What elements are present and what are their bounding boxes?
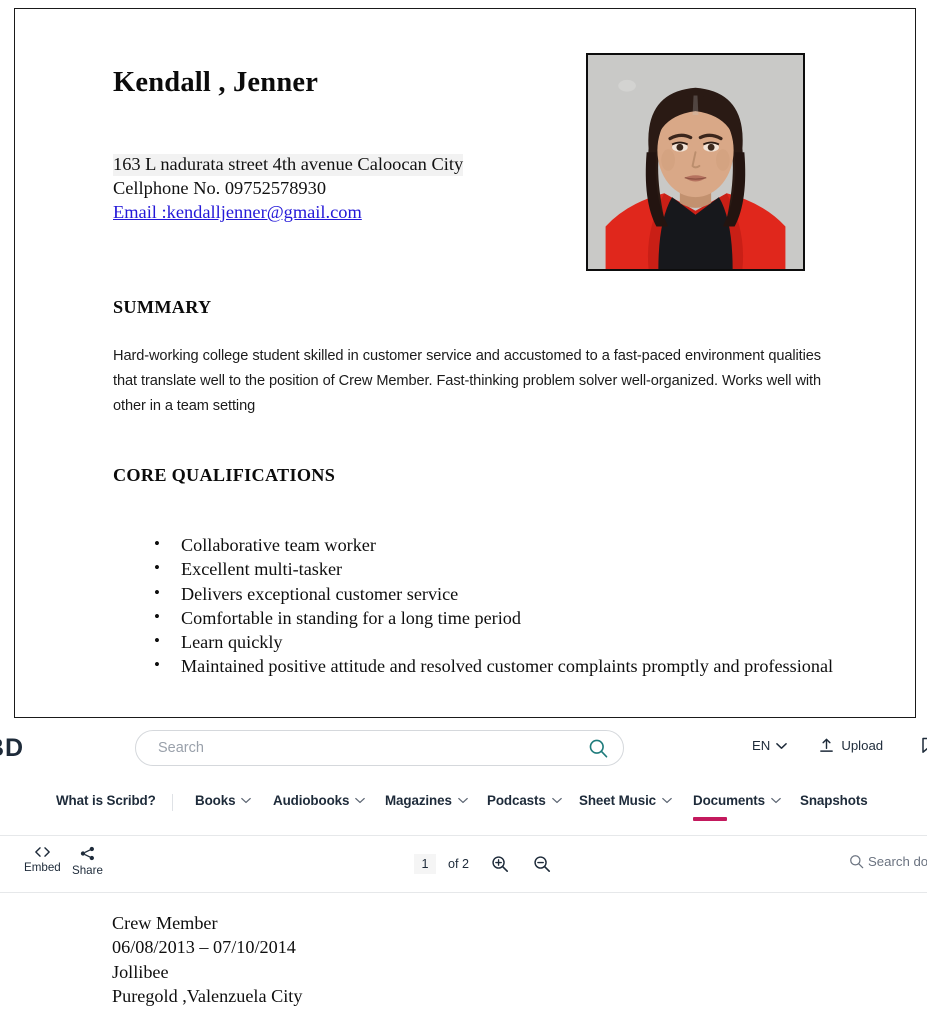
- page-navigation: of 2: [414, 854, 551, 874]
- nav-item-audiobooks[interactable]: Audiobooks: [273, 793, 366, 808]
- core-qualifications-list: Collaborative team workerExcellent multi…: [143, 532, 915, 679]
- core-qualification-item: Delivers exceptional customer service: [154, 581, 915, 606]
- search-icon: [850, 855, 864, 869]
- upload-button[interactable]: Upload: [819, 738, 883, 753]
- nav-divider: [172, 794, 173, 811]
- applicant-name: Kendall , Jenner: [113, 67, 319, 98]
- search-glyph: [589, 739, 608, 758]
- nav-item-sheet-music[interactable]: Sheet Music: [579, 793, 672, 808]
- nav-item-books[interactable]: Books: [195, 793, 252, 808]
- document-page-2: Crew Member 06/08/2013 – 07/10/2014 Jollib…: [0, 893, 927, 1030]
- chevron-down-icon: [776, 742, 788, 749]
- nav-item-label: Documents: [693, 793, 766, 808]
- nav-item-label: Sheet Music: [579, 793, 657, 808]
- resume-content: Kendall , Jenner 163 L nadurata street 4…: [15, 9, 915, 717]
- search-input[interactable]: [158, 731, 558, 765]
- portrait-illustration: [588, 55, 803, 269]
- chevron-down-icon: [771, 797, 781, 804]
- page-number-input[interactable]: [414, 854, 436, 874]
- nav-item-label: What is Scribd?: [56, 793, 156, 808]
- experience-line: 06/08/2013 – 07/10/2014: [112, 937, 296, 958]
- chevron-down-icon: [771, 797, 781, 804]
- chevron-down-icon: [241, 797, 252, 804]
- page-total-label: of 2: [448, 857, 470, 871]
- chevron-down-icon: [458, 797, 468, 804]
- embed-label: Embed: [24, 861, 61, 874]
- nav-item-magazines[interactable]: Magazines: [385, 793, 468, 808]
- core-qualification-item: Comfortable in standing for a long time …: [154, 605, 915, 630]
- zoom-in-button[interactable]: [491, 855, 509, 873]
- summary-text: Hard-working college student skilled in …: [113, 348, 821, 414]
- zoom-in-icon: [492, 856, 509, 873]
- chevron-down-icon: [551, 797, 562, 804]
- nav-item-label: Magazines: [385, 793, 452, 808]
- saved-button[interactable]: [921, 737, 927, 754]
- nav-item-snapshots[interactable]: Snapshots: [800, 793, 868, 808]
- document-page-1: Kendall , Jenner 163 L nadurata street 4…: [14, 8, 916, 718]
- nav-item-label: Books: [195, 793, 236, 808]
- applicant-email-link[interactable]: Email :kendalljenner@gmail.com: [113, 202, 362, 224]
- chevron-down-icon: [355, 797, 366, 804]
- language-selector[interactable]: EN: [752, 738, 788, 753]
- applicant-photo: [586, 53, 805, 271]
- nav-item-label: Podcasts: [487, 793, 546, 808]
- chevron-down-icon: [458, 797, 468, 804]
- experience-line: Crew Member: [112, 913, 218, 933]
- experience-line: Puregold ,Valenzuela City: [112, 985, 303, 1006]
- header-actions: EN Upload: [752, 737, 927, 754]
- applicant-address: 163 L nadurata street 4th avenue Calooca…: [113, 154, 464, 176]
- share-button[interactable]: Share: [72, 846, 103, 877]
- core-qualification-item: Excellent multi-tasker: [154, 556, 915, 581]
- document-search-label: Search do: [868, 854, 927, 869]
- chevron-down-icon: [355, 797, 366, 804]
- chevron-down-icon: [662, 797, 672, 804]
- core-qualification-item: Maintained positive attitude and resolve…: [154, 653, 915, 678]
- core-qualifications-heading: CORE QUALIFICATIONS: [113, 465, 336, 485]
- nav-item-documents[interactable]: Documents: [693, 793, 781, 808]
- experience-line: Jollibee: [112, 961, 169, 982]
- upload-icon: [820, 738, 834, 752]
- chevron-down-icon: [662, 797, 672, 804]
- chevron-down-icon: [241, 797, 252, 804]
- active-nav-underline: [693, 817, 727, 821]
- share-icon: [80, 846, 94, 861]
- nav-item-what-is-scribd[interactable]: What is Scribd?: [56, 793, 156, 808]
- scribd-logo[interactable]: BD: [0, 734, 24, 763]
- applicant-phone: Cellphone No. 09752578930: [113, 178, 327, 198]
- share-label: Share: [72, 864, 103, 877]
- document-search[interactable]: Search do: [849, 854, 927, 869]
- summary-heading: SUMMARY: [113, 297, 212, 317]
- embed-button[interactable]: Embed: [24, 846, 61, 874]
- code-brackets-icon: [34, 847, 50, 857]
- document-toolbar: Embed Share of 2: [0, 836, 927, 892]
- global-search-box[interactable]: [135, 730, 624, 766]
- search-icon[interactable]: [588, 738, 609, 759]
- upload-label: Upload: [841, 738, 884, 753]
- core-qualification-item: Learn quickly: [154, 629, 915, 654]
- core-qualification-item: Collaborative team worker: [154, 532, 915, 557]
- zoom-out-button[interactable]: [533, 855, 551, 873]
- nav-item-label: Snapshots: [800, 793, 868, 808]
- language-label: EN: [752, 738, 771, 753]
- scribd-nav-bar: What is Scribd? Books Audiobooks Magazines P…: [0, 793, 927, 834]
- zoom-out-icon: [534, 856, 551, 873]
- nav-item-podcasts[interactable]: Podcasts: [487, 793, 562, 808]
- bookmark-icon: [922, 737, 927, 753]
- chevron-down-icon: [551, 797, 562, 804]
- experience-block: Crew Member 06/08/2013 – 07/10/2014 Jollib…: [112, 911, 302, 1008]
- nav-item-label: Audiobooks: [273, 793, 350, 808]
